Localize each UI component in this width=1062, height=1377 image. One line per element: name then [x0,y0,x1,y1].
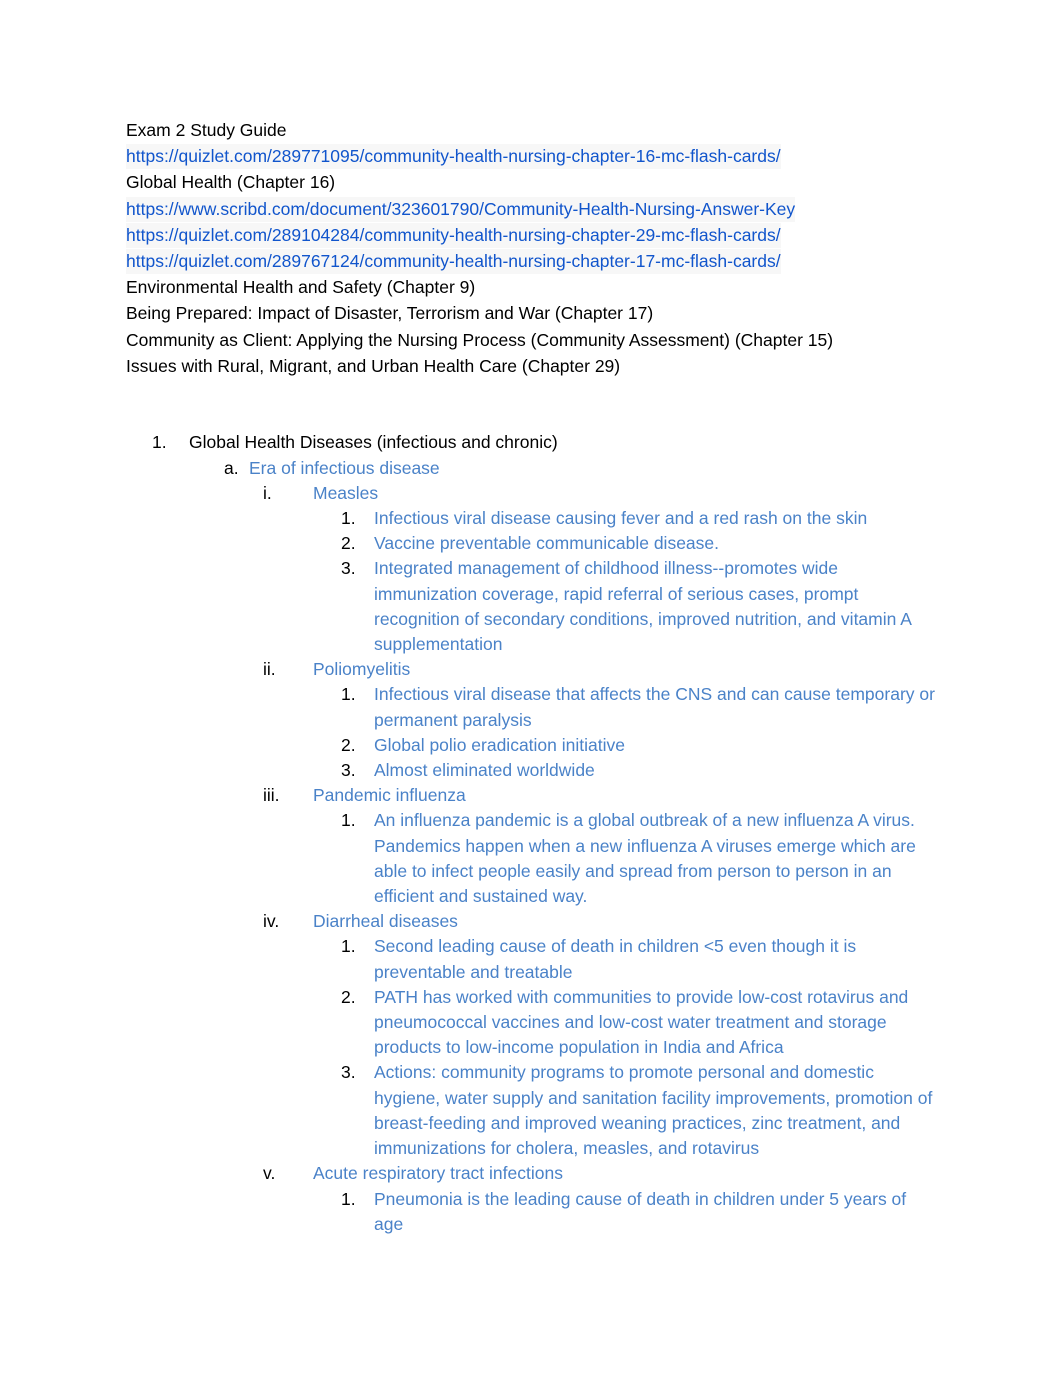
list-marker-polio-1: 1. [341,684,356,705]
outline-text-measles: Measles [313,482,379,503]
list-marker-ii: ii. [263,659,276,680]
quizlet-chapter-29-link[interactable]: https://quizlet.com/289104284/community-… [126,222,781,249]
outline-text-influenza-point-1: An influenza pandemic is a global outbre… [374,810,916,907]
section-spacer-2 [126,405,936,430]
outline-text-respiratory-point-1: Pneumonia is the leading cause of death … [374,1188,907,1234]
outline-text-measles-point-3: Integrated management of childhood illne… [374,558,911,655]
outline-row-diarrheal-diseases: iv. Diarrheal diseases [263,909,936,934]
outline-row-acute-respiratory: v. Acute respiratory tract infections [263,1161,936,1186]
outline-text-era-of-infectious-disease: Era of infectious disease [249,457,440,478]
quizlet-chapter-17-link[interactable]: https://quizlet.com/289767124/community-… [126,249,781,275]
header-line-being-prepared: Being Prepared: Impact of Disaster, Terr… [126,301,936,327]
scribd-answer-key-link[interactable]: https://www.scribd.com/document/32360179… [126,196,796,222]
chapter-label-community-as-client: Community as Client: Applying the Nursin… [126,329,834,350]
list-marker-influenza-1: 1. [341,810,356,831]
outline-text-diarrheal-diseases: Diarrheal diseases [313,911,458,932]
outline-text-diarrheal-point-2: PATH has worked with communities to prov… [374,986,909,1058]
header-line-link-2: https://www.scribd.com/document/32360179… [126,196,936,223]
list-marker-diarrheal-3: 3. [341,1062,356,1083]
header-line-community-as-client: Community as Client: Applying the Nursin… [126,328,936,354]
list-marker-polio-2: 2. [341,734,356,755]
chapter-label-global-health: Global Health (Chapter 16) [126,172,336,193]
list-marker-respiratory-1: 1. [341,1188,356,1209]
list-marker-diarrheal-2: 2. [341,986,356,1007]
list-marker-iv: iv. [263,911,280,932]
header-line-link-3: https://quizlet.com/289104284/community-… [126,222,936,249]
outline-text-polio-point-1: Infectious viral disease that affects th… [374,684,935,730]
header-block: Exam 2 Study Guide https://quizlet.com/2… [126,118,936,380]
outline-row-pandemic-influenza: iii. Pandemic influenza [263,783,936,808]
chapter-label-rural-migrant-urban: Issues with Rural, Migrant, and Urban He… [126,355,621,376]
outline-list: 1. Global Health Diseases (infectious an… [126,430,936,1237]
chapter-label-being-prepared: Being Prepared: Impact of Disaster, Terr… [126,303,654,324]
outline-row-measles-point-2: 2. Vaccine preventable communicable dise… [341,531,936,556]
outline-text-polio-point-3: Almost eliminated worldwide [374,760,595,781]
chapter-label-environmental-health: Environmental Health and Safety (Chapter… [126,277,476,298]
outline-text-measles-point-1: Infectious viral disease causing fever a… [374,508,868,529]
list-marker-measles-2: 2. [341,533,356,554]
outline-text-diarrheal-point-3: Actions: community programs to promote p… [374,1062,933,1159]
quizlet-chapter-16-link[interactable]: https://quizlet.com/289771095/community-… [126,144,781,170]
header-line-title: Exam 2 Study Guide [126,118,936,144]
list-marker-measles-3: 3. [341,558,356,579]
list-marker-polio-3: 3. [341,760,356,781]
document-page: Exam 2 Study Guide https://quizlet.com/2… [0,0,1062,1377]
header-line-rural-migrant-urban: Issues with Rural, Migrant, and Urban He… [126,354,936,380]
outline-row-measles-point-1: 1. Infectious viral disease causing feve… [341,506,936,531]
outline-text-measles-point-2: Vaccine preventable communicable disease… [374,533,720,554]
list-marker-a: a. [224,457,239,478]
outline-row-diarrheal-point-2: 2. PATH has worked with communities to p… [341,985,936,1061]
outline-text-poliomyelitis: Poliomyelitis [313,659,411,680]
outline-text-level1: Global Health Diseases (infectious and c… [189,432,558,453]
outline-row-level2: a. Era of infectious disease [224,456,936,481]
outline-row-measles-point-3: 3. Integrated management of childhood il… [341,556,936,657]
header-line-link-1: https://quizlet.com/289771095/community-… [126,144,936,170]
outline-row-polio-point-1: 1. Infectious viral disease that affects… [341,682,936,732]
list-marker-measles-1: 1. [341,508,356,529]
outline-text-diarrheal-point-1: Second leading cause of death in childre… [374,936,857,982]
list-marker-1: 1. [152,432,167,453]
header-line-global-health: Global Health (Chapter 16) [126,170,936,196]
list-marker-iii: iii. [263,785,280,806]
outline-row-respiratory-point-1: 1. Pneumonia is the leading cause of dea… [341,1187,936,1237]
outline-text-acute-respiratory: Acute respiratory tract infections [313,1163,563,1184]
list-marker-v: v. [263,1163,276,1184]
outline-text-pandemic-influenza: Pandemic influenza [313,785,466,806]
list-marker-diarrheal-1: 1. [341,936,356,957]
header-line-environmental-health: Environmental Health and Safety (Chapter… [126,275,936,301]
outline-row-measles: i. Measles [263,481,936,506]
header-line-link-4: https://quizlet.com/289767124/community-… [126,249,936,275]
outline-row-diarrheal-point-3: 3. Actions: community programs to promot… [341,1060,936,1161]
outline-row-influenza-point-1: 1. An influenza pandemic is a global out… [341,808,936,909]
outline-row-poliomyelitis: ii. Poliomyelitis [263,657,936,682]
outline-text-polio-point-2: Global polio eradication initiative [374,734,625,755]
document-title: Exam 2 Study Guide [126,120,287,140]
outline-row-polio-point-3: 3. Almost eliminated worldwide [341,758,936,783]
list-marker-i: i. [263,482,272,503]
outline-item-global-health-diseases: 1. Global Health Diseases (infectious an… [126,430,936,1237]
outline-row-polio-point-2: 2. Global polio eradication initiative [341,733,936,758]
outline-row-diarrheal-point-1: 1. Second leading cause of death in chil… [341,934,936,984]
outline-row-level1: 1. Global Health Diseases (infectious an… [152,430,936,455]
